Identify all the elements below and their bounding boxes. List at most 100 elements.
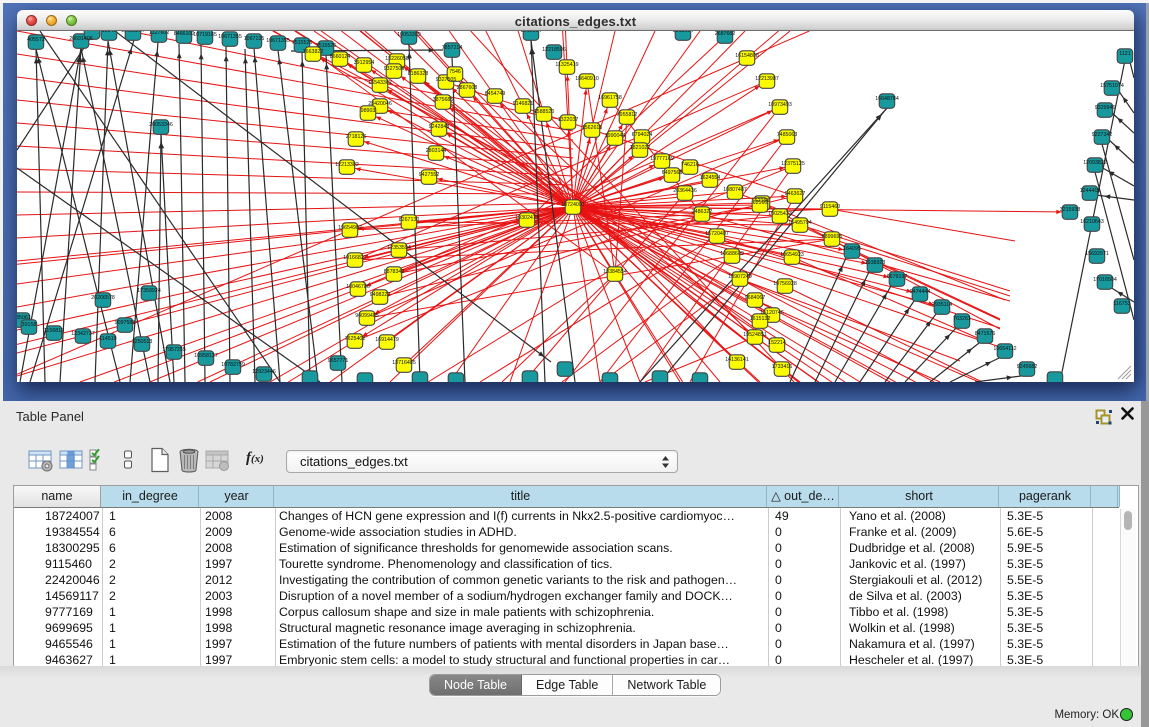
svg-text:23420046: 23420046	[368, 101, 392, 107]
svg-text:2687682: 2687682	[715, 31, 736, 37]
svg-text:15495794: 15495794	[788, 220, 812, 226]
svg-text:10654112: 10654112	[993, 346, 1016, 352]
svg-text:405572: 405572	[27, 37, 45, 43]
svg-text:10653267: 10653267	[121, 31, 145, 34]
svg-text:18724007: 18724007	[561, 202, 585, 208]
svg-text:10671355: 10671355	[266, 38, 290, 44]
svg-text:164095: 164095	[843, 246, 861, 252]
svg-text:1934: 1934	[86, 31, 98, 33]
svg-text:16543362: 16543362	[368, 80, 392, 86]
svg-text:12218506: 12218506	[542, 47, 566, 53]
svg-text:9242848: 9242848	[429, 124, 450, 130]
svg-text:3875685: 3875685	[433, 97, 454, 103]
svg-text:9498222: 9498222	[370, 292, 391, 298]
svg-text:8471676: 8471676	[975, 331, 996, 337]
svg-text:8186328: 8186328	[408, 71, 429, 77]
svg-text:8267130: 8267130	[399, 217, 420, 223]
svg-text:9463627: 9463627	[785, 191, 806, 197]
svg-text:19166827: 19166827	[343, 255, 367, 261]
svg-text:18907249: 18907249	[728, 274, 752, 280]
svg-text:12213987: 12213987	[755, 76, 779, 82]
svg-text:1250513: 1250513	[132, 339, 153, 345]
svg-text:19343: 19343	[102, 31, 117, 34]
svg-text:9327506: 9327506	[384, 66, 405, 72]
svg-text:9245682: 9245682	[1017, 364, 1038, 370]
svg-text:6679197: 6679197	[887, 274, 908, 280]
svg-text:7546: 7546	[449, 69, 461, 75]
svg-text:8878342: 8878342	[384, 269, 405, 275]
svg-text:114519: 114519	[99, 336, 116, 342]
svg-text:2486322: 2486322	[692, 209, 713, 215]
svg-text:19302473: 19302473	[515, 215, 539, 221]
svg-text:9427552: 9427552	[419, 172, 440, 178]
svg-text:10958127: 10958127	[194, 353, 218, 359]
svg-text:8813054: 8813054	[673, 31, 694, 34]
svg-text:10973493: 10973493	[768, 102, 792, 108]
svg-text:19756928: 19756928	[773, 281, 797, 287]
svg-text:7625402: 7625402	[345, 336, 366, 342]
svg-text:98903: 98903	[361, 108, 376, 114]
svg-text:12353594: 12353594	[387, 245, 411, 251]
svg-text:9684067: 9684067	[745, 295, 766, 301]
svg-text:19524851: 19524851	[743, 332, 767, 338]
svg-text:16914479: 16914479	[375, 337, 399, 343]
svg-text:10053309: 10053309	[397, 32, 421, 38]
svg-text:9097588: 9097588	[115, 320, 136, 326]
svg-text:7485063: 7485063	[777, 132, 798, 138]
svg-text:9327505: 9327505	[436, 77, 457, 83]
svg-text:3912954: 3912954	[354, 60, 375, 66]
svg-text:20206578: 20206578	[91, 295, 115, 301]
svg-text:1821022: 1821022	[630, 145, 651, 151]
svg-text:94099485: 94099485	[355, 313, 379, 319]
svg-text:10719185: 10719185	[193, 32, 217, 38]
svg-text:12375125: 12375125	[781, 161, 805, 167]
svg-text:16210643: 16210643	[1080, 219, 1104, 225]
svg-text:1733416: 1733416	[772, 364, 793, 370]
svg-text:7857214: 7857214	[442, 45, 463, 51]
svg-text:1562615: 1562615	[582, 125, 603, 131]
svg-text:17957255: 17957255	[162, 347, 186, 353]
svg-text:6899695: 6899695	[822, 234, 843, 240]
svg-text:10654923: 10654923	[780, 252, 804, 258]
svg-text:10782759: 10782759	[221, 362, 245, 368]
svg-text:116753: 116753	[1113, 301, 1130, 307]
svg-text:12093822: 12093822	[1083, 160, 1107, 166]
svg-text:2803144: 2803144	[426, 148, 447, 154]
svg-text:15751074: 15751074	[1100, 83, 1124, 89]
svg-text:3215938: 3215938	[1060, 207, 1081, 213]
svg-text:1990044: 1990044	[605, 133, 626, 139]
svg-text:8466100: 8466100	[174, 31, 195, 37]
svg-text:62160: 62160	[753, 200, 768, 206]
svg-text:16961758: 16961758	[598, 95, 622, 101]
svg-text:13716485: 13716485	[392, 360, 416, 366]
svg-text:1938923: 1938923	[865, 260, 886, 266]
svg-text:17016504: 17016504	[1093, 277, 1117, 283]
svg-text:20364436: 20364436	[673, 188, 697, 194]
svg-text:6794024: 6794024	[632, 132, 653, 138]
svg-text:1067135: 1067135	[244, 36, 265, 42]
svg-text:1588520: 1588520	[534, 109, 555, 115]
svg-text:9227342: 9227342	[1092, 132, 1113, 138]
svg-text:15692971: 15692971	[1085, 251, 1109, 257]
svg-text:9657771: 9657771	[328, 358, 349, 364]
svg-text:9474444: 9474444	[910, 289, 931, 295]
svg-text:12923446: 12923446	[252, 369, 276, 375]
svg-text:485061: 485061	[17, 315, 31, 321]
svg-text:20691406: 20691406	[69, 36, 93, 42]
svg-text:17359924: 17359924	[137, 288, 161, 294]
svg-text:10688609: 10688609	[720, 251, 744, 257]
svg-text:1327602: 1327602	[149, 31, 170, 36]
svg-text:16154808: 16154808	[735, 53, 759, 59]
svg-text:9146821: 9146821	[513, 101, 534, 107]
svg-text:9329946: 9329946	[1095, 105, 1116, 111]
svg-text:10046786: 10046786	[346, 284, 370, 290]
svg-text:11325419: 11325419	[555, 62, 578, 68]
svg-text:9115460: 9115460	[820, 204, 840, 210]
svg-text:13226058: 13226058	[385, 56, 409, 62]
svg-text:18640910: 18640910	[575, 76, 599, 82]
svg-text:2867608: 2867608	[457, 85, 478, 91]
svg-text:746216: 746216	[681, 162, 699, 168]
svg-text:10671355: 10671355	[218, 34, 242, 40]
svg-text:1322037: 1322037	[558, 117, 579, 123]
svg-text:7955812: 7955812	[617, 112, 638, 118]
